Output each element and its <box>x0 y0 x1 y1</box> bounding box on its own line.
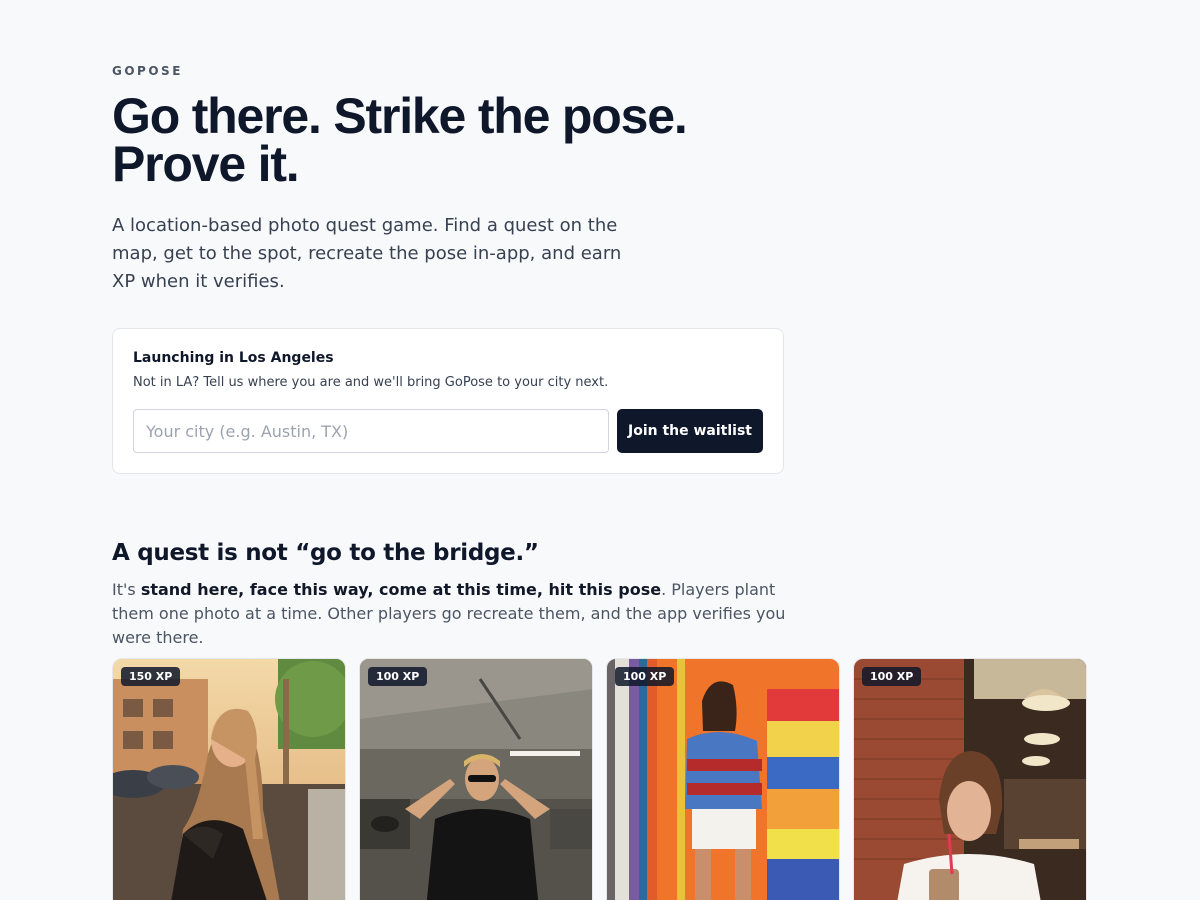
xp-badge: 150 XP <box>121 667 181 686</box>
brand-wordmark: GOPOSE <box>112 64 183 78</box>
section-title: A quest is not “go to the bridge.” <box>112 540 539 566</box>
hero-headline-line-2: Prove it. <box>112 136 300 192</box>
city-input[interactable] <box>133 409 609 453</box>
waitlist-title: Launching in Los Angeles <box>133 350 334 366</box>
section-description-prefix: It's <box>112 580 141 599</box>
quest-card[interactable]: 150 XP <box>112 658 346 900</box>
waitlist-card: Launching in Los Angeles Not in LA? Tell… <box>112 328 784 474</box>
quest-photo-brick-cafe <box>854 659 1086 900</box>
quest-card[interactable]: 100 XP <box>606 658 840 900</box>
hero-headline: Go there. Strike the pose. Prove it. <box>112 91 812 189</box>
quest-photo-painted-wall <box>607 659 839 900</box>
waitlist-subtitle: Not in LA? Tell us where you are and we'… <box>133 375 609 390</box>
xp-badge: 100 XP <box>368 667 428 686</box>
section-description: It's stand here, face this way, come at … <box>112 578 792 650</box>
join-waitlist-button[interactable]: Join the waitlist <box>617 409 763 453</box>
quest-photo-street-portrait <box>113 659 345 900</box>
quest-gallery: 150 XP 100 XP 100 XP 100 XP <box>112 658 1092 900</box>
quest-photo-parking-garage <box>360 659 592 900</box>
xp-badge: 100 XP <box>615 667 675 686</box>
xp-badge: 100 XP <box>862 667 922 686</box>
quest-card[interactable]: 100 XP <box>853 658 1087 900</box>
section-description-emphasis: stand here, face this way, come at this … <box>140 580 662 599</box>
quest-card[interactable]: 100 XP <box>359 658 593 900</box>
hero-description: A location-based photo quest game. Find … <box>112 215 622 292</box>
